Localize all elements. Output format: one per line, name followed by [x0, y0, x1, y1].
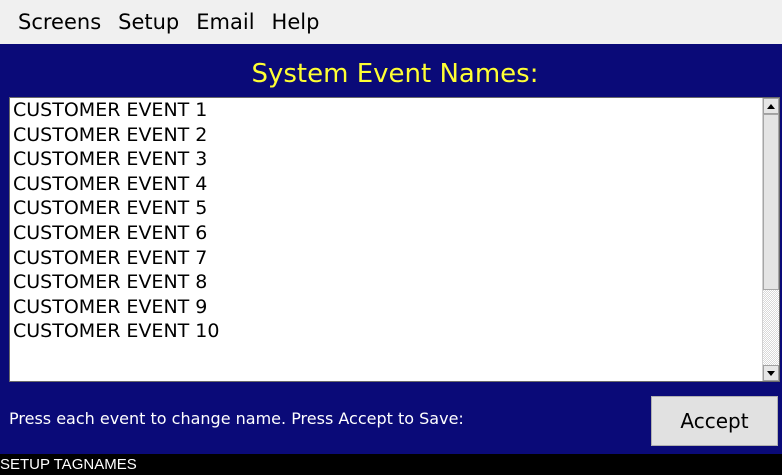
list-item[interactable]: CUSTOMER EVENT 9: [10, 295, 765, 320]
list-item[interactable]: CUSTOMER EVENT 3: [10, 147, 765, 172]
list-item[interactable]: CUSTOMER EVENT 5: [10, 196, 765, 221]
vertical-scrollbar[interactable]: [762, 98, 779, 381]
list-item[interactable]: CUSTOMER EVENT 10: [10, 319, 765, 344]
list-item[interactable]: CUSTOMER EVENT 7: [10, 246, 765, 271]
instruction-text: Press each event to change name. Press A…: [9, 409, 464, 428]
status-text: SETUP TAGNAMES: [0, 456, 137, 473]
scroll-thumb[interactable]: [763, 114, 779, 290]
list-item[interactable]: CUSTOMER EVENT 1: [10, 98, 765, 123]
menu-screens[interactable]: Screens: [18, 0, 101, 44]
app-window: Screens Setup Email Help System Event Na…: [0, 0, 782, 475]
list-item[interactable]: CUSTOMER EVENT 8: [10, 270, 765, 295]
scroll-up-button[interactable]: [763, 98, 779, 114]
triangle-down-icon: [767, 370, 775, 376]
list-item[interactable]: CUSTOMER EVENT 2: [10, 123, 765, 148]
triangle-up-icon: [767, 103, 775, 109]
menu-bar: Screens Setup Email Help: [0, 0, 782, 44]
accept-button[interactable]: Accept: [651, 396, 778, 446]
menu-setup[interactable]: Setup: [118, 0, 179, 44]
status-bar: SETUP TAGNAMES: [0, 454, 782, 475]
event-list: CUSTOMER EVENT 1 CUSTOMER EVENT 2 CUSTOM…: [10, 98, 765, 381]
list-item[interactable]: CUSTOMER EVENT 6: [10, 221, 765, 246]
page-title: System Event Names:: [251, 59, 539, 89]
scroll-down-button[interactable]: [763, 365, 779, 381]
menu-email[interactable]: Email: [196, 0, 254, 44]
event-names-listbox[interactable]: CUSTOMER EVENT 1 CUSTOMER EVENT 2 CUSTOM…: [9, 97, 780, 382]
menu-help[interactable]: Help: [272, 0, 320, 44]
list-item[interactable]: CUSTOMER EVENT 4: [10, 172, 765, 197]
